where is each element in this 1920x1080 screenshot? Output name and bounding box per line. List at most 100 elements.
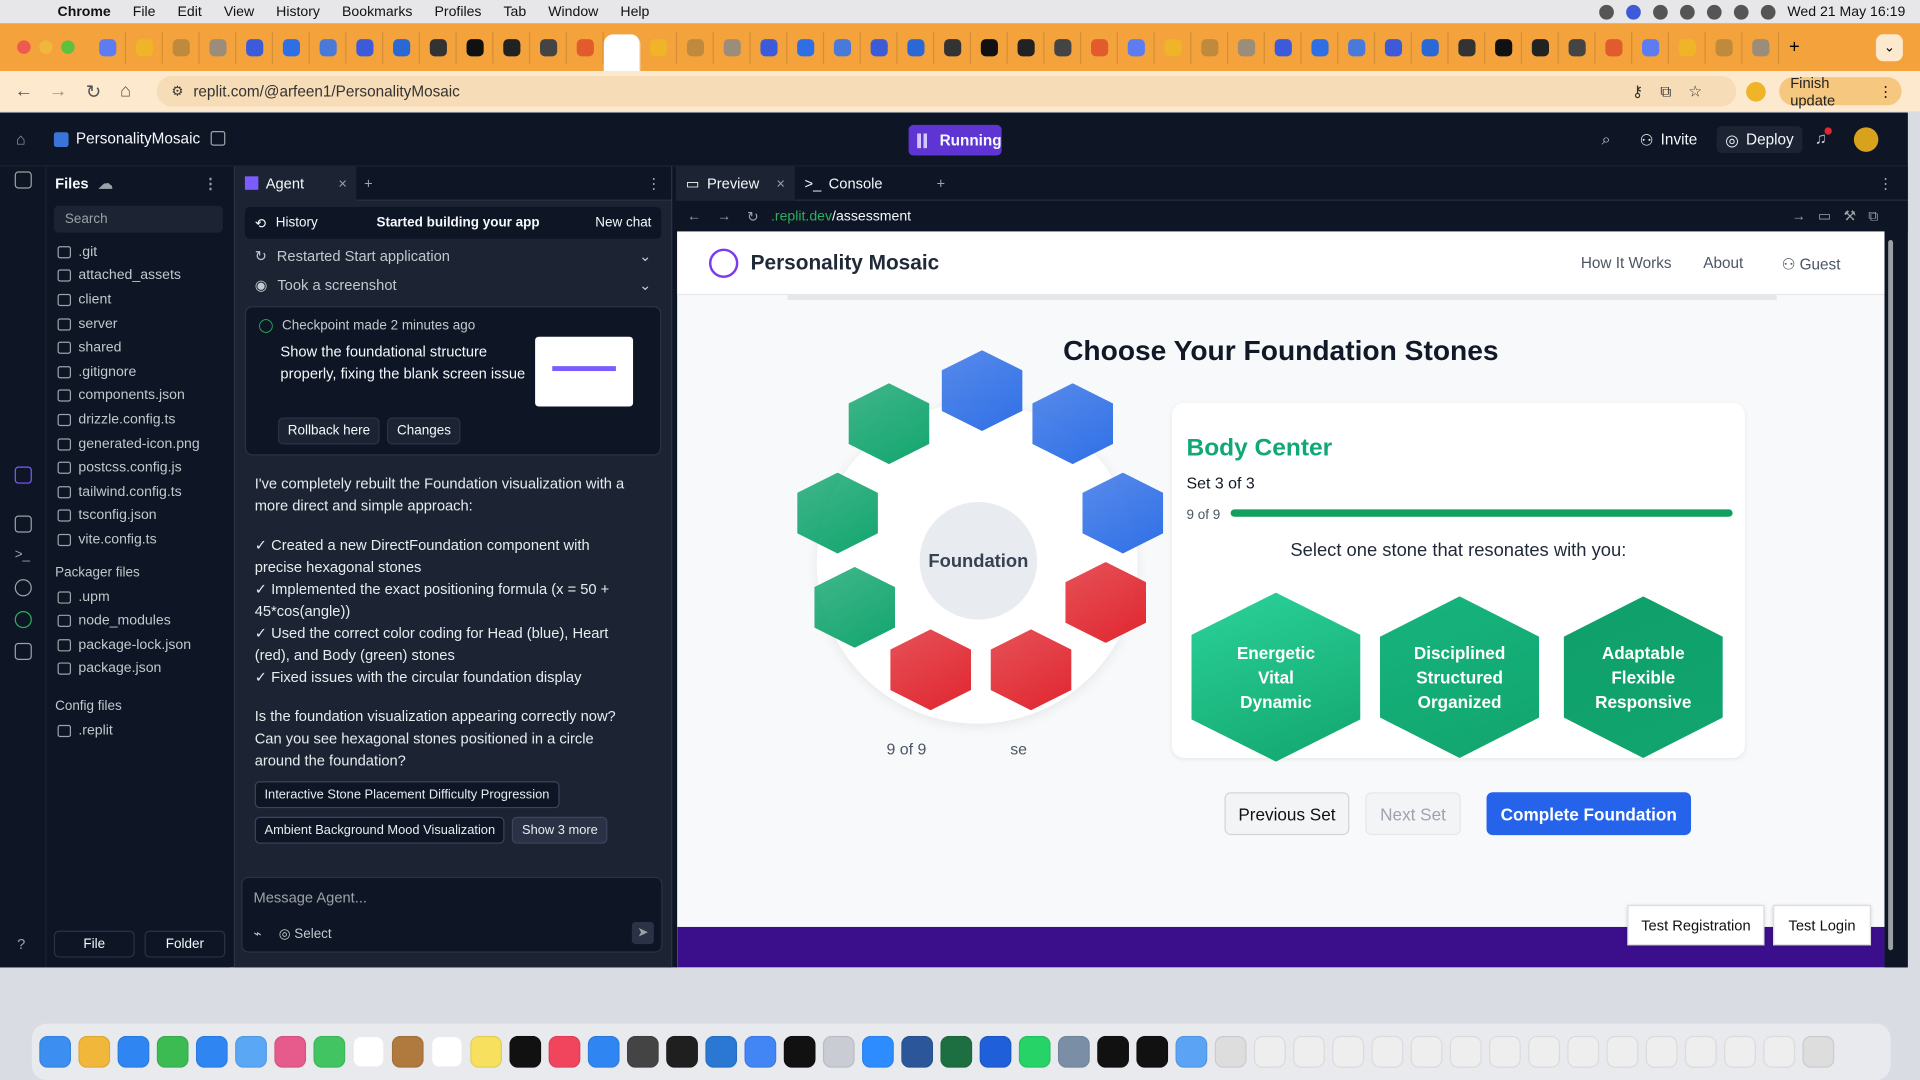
browser-tab[interactable] [567,31,604,64]
profile-avatar[interactable] [1746,82,1766,102]
secrets-icon[interactable] [14,611,32,629]
app-brand[interactable]: Personality Mosaic [751,250,940,274]
browser-tab[interactable] [1559,31,1596,64]
browser-tab[interactable] [1044,31,1082,64]
close-tab-icon[interactable]: × [338,174,347,191]
dock-app-icon[interactable] [195,1035,228,1068]
dock-app-icon[interactable] [666,1035,698,1068]
browser-tab[interactable] [1632,31,1669,64]
browser-tab[interactable] [1522,31,1559,64]
file-row[interactable]: .gitignore [47,360,231,384]
tab-search-icon[interactable]: ⌄ [1875,33,1903,61]
dock-app-icon[interactable] [587,1035,620,1068]
dock-app-icon[interactable] [1528,1035,1561,1068]
dock-app-icon[interactable] [313,1035,346,1068]
file-row[interactable]: package.json [47,657,231,681]
close-tab-icon[interactable]: × [776,174,785,191]
address-bar[interactable]: ⚙ replit.com/@arfeen1/PersonalityMosaic … [156,75,1737,107]
previous-set-button[interactable]: Previous Set [1224,792,1350,836]
browser-tab[interactable] [1338,31,1376,64]
message-composer[interactable]: Message Agent... ⌁ ◎ Select ➤ [241,876,663,953]
browser-tab[interactable] [714,31,751,64]
dock-app-icon[interactable] [39,1035,72,1068]
finish-update-button[interactable]: Finish update ⋮ [1779,74,1902,108]
database-icon[interactable] [14,579,32,597]
browser-tab[interactable] [1228,31,1265,64]
browser-tab[interactable] [1302,31,1339,64]
dock-app-icon[interactable] [1488,1035,1521,1068]
menu-app[interactable]: Chrome [47,4,122,19]
dock-app-icon[interactable] [940,1035,973,1068]
menu-bookmarks[interactable]: Bookmarks [331,4,423,19]
chevron-down-icon[interactable]: ⌄ [639,277,651,294]
dock-app-icon[interactable] [156,1035,189,1068]
browser-tab[interactable] [1118,31,1155,64]
browser-tab[interactable] [824,31,861,64]
layout-icon[interactable] [210,131,226,146]
file-row[interactable]: .upm [47,585,231,609]
browser-tab[interactable] [236,31,274,64]
file-row[interactable]: .replit [47,719,231,743]
checkpoint-thumbnail[interactable] [535,336,634,407]
stone-option[interactable]: Adaptable Flexible Responsive [1563,596,1723,758]
project-name[interactable]: PersonalityMosaic [76,130,200,147]
home-icon[interactable]: ⌂ [120,81,131,102]
new-file-button[interactable]: File [53,930,135,958]
browser-tab[interactable] [971,31,1008,64]
forward-icon[interactable]: → [717,209,731,224]
new-tab-icon[interactable]: + [1779,37,1809,58]
dock-app-icon[interactable] [1253,1035,1286,1068]
rollback-button[interactable]: Rollback here [277,417,380,445]
file-row[interactable]: components.json [47,384,231,408]
file-row[interactable]: .git [47,240,231,264]
dock-app-icon[interactable] [1136,1035,1169,1068]
add-tab-icon[interactable]: + [364,174,373,191]
tab-agent[interactable]: Agent × [235,165,357,201]
browser-tab[interactable] [89,31,127,64]
dock-app-icon[interactable] [1567,1035,1600,1068]
file-row[interactable]: attached_assets [47,264,231,288]
browser-tab[interactable] [383,31,421,64]
control-icon[interactable] [1652,4,1668,19]
menu-view[interactable]: View [213,4,265,19]
dock-app-icon[interactable] [1057,1035,1090,1068]
browser-tab[interactable] [457,31,494,64]
tab-preview[interactable]: ▭ Preview × [675,165,795,201]
dock-app-icon[interactable] [117,1035,150,1068]
browser-tab[interactable] [640,31,678,64]
browser-tab[interactable] [347,31,384,64]
new-folder-button[interactable]: Folder [144,930,226,958]
omnibox-actions-icon[interactable]: ⚷⧉☆ [1632,81,1719,101]
browser-tab[interactable] [787,31,825,64]
explorer-icon[interactable] [14,171,32,189]
minimize-window-icon[interactable] [39,40,53,54]
nav-about[interactable]: About [1703,255,1743,272]
browser-tab[interactable] [1412,31,1449,64]
browser-tab[interactable] [751,31,788,64]
browser-tab[interactable] [898,31,935,64]
file-row[interactable]: shared [47,336,231,360]
test-login-button[interactable]: Test Login [1773,904,1872,946]
dock-app-icon[interactable] [1606,1035,1639,1068]
status-icon[interactable] [1598,4,1614,19]
file-row[interactable]: generated-icon.png [47,432,231,456]
menu-file[interactable]: File [122,4,167,19]
browser-tab[interactable] [493,31,531,64]
complete-foundation-button[interactable]: Complete Foundation [1486,792,1692,836]
dock-app-icon[interactable] [1645,1035,1678,1068]
browser-tab[interactable] [934,31,972,64]
deploy-button[interactable]: ◎ Deploy [1716,126,1803,154]
browser-tab[interactable] [420,31,457,64]
tab-console[interactable]: >_ Console [795,166,893,200]
dock-app-icon[interactable] [548,1035,581,1068]
file-row[interactable]: postcss.config.js [47,456,231,480]
browser-tab[interactable] [1265,31,1302,64]
preview-icon[interactable] [14,515,32,533]
message-input[interactable]: Message Agent... [242,878,661,906]
sync-icon[interactable]: ☁ [98,175,113,192]
dock-app-icon[interactable] [1410,1035,1443,1068]
menu-help[interactable]: Help [609,4,660,19]
dock-app-icon[interactable] [1371,1035,1404,1068]
chevron-down-icon[interactable]: ⌄ [639,247,651,264]
dock-app-icon[interactable] [626,1035,659,1068]
